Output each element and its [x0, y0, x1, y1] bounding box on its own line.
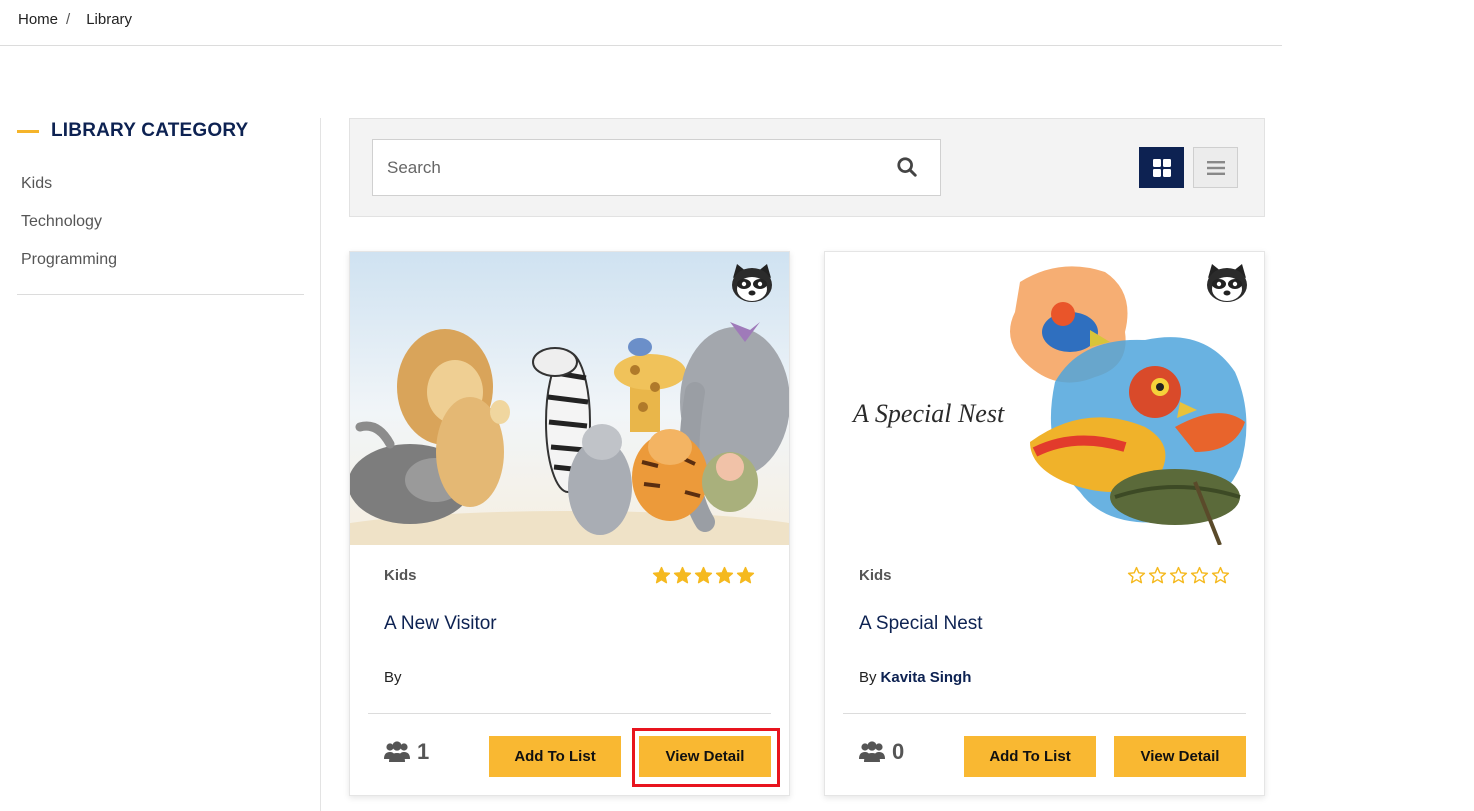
book-category[interactable]: Kids — [384, 567, 417, 584]
book-card: Kids A New Visitor By 1 Add To List View… — [349, 251, 790, 796]
library-toolbar — [349, 118, 1265, 217]
book-card: A Special Nest Kids A Special Nest By Ka… — [824, 251, 1265, 796]
category-header: LIBRARY CATEGORY — [17, 118, 304, 144]
star-filled-icon — [715, 566, 734, 584]
breadcrumb-current: Library — [86, 11, 133, 28]
star-filled-icon — [673, 566, 692, 584]
title-accent-dash — [17, 129, 39, 133]
star-rating — [652, 566, 755, 585]
category-item-kids[interactable]: Kids — [21, 174, 304, 212]
users-icon — [859, 741, 885, 762]
by-label: By — [859, 669, 877, 686]
list-view-button[interactable] — [1193, 147, 1238, 188]
sidebar-border — [320, 118, 321, 811]
grid-icon — [1152, 158, 1171, 177]
readers-count: 0 — [859, 739, 904, 765]
search-box — [372, 139, 941, 196]
book-category[interactable]: Kids — [859, 567, 892, 584]
search-input[interactable] — [373, 140, 873, 195]
view-detail-button[interactable]: View Detail — [639, 736, 771, 777]
card-divider — [843, 713, 1246, 714]
star-filled-icon — [652, 566, 671, 584]
breadcrumb: Home / Library — [18, 11, 132, 28]
star-rating — [1127, 566, 1230, 585]
category-item-technology[interactable]: Technology — [21, 212, 304, 250]
star-outline-icon — [1148, 566, 1167, 584]
book-cover-image[interactable] — [350, 252, 789, 545]
readers-count-value: 1 — [417, 739, 430, 764]
book-author-line: By Kavita Singh — [859, 669, 971, 686]
author-name[interactable]: Kavita Singh — [881, 669, 972, 686]
grid-view-button[interactable] — [1139, 147, 1184, 188]
star-outline-icon — [1190, 566, 1209, 584]
book-title[interactable]: A Special Nest — [859, 613, 983, 635]
breadcrumb-home-link[interactable]: Home — [18, 11, 58, 28]
sidebar-divider — [17, 294, 304, 295]
add-to-list-button[interactable]: Add To List — [489, 736, 621, 777]
cover-title-text: A Special Nest — [851, 399, 1005, 428]
star-outline-icon — [1169, 566, 1188, 584]
users-icon — [384, 741, 410, 762]
category-title: LIBRARY CATEGORY — [51, 120, 249, 141]
category-list: Kids Technology Programming — [17, 174, 304, 288]
book-cover-image[interactable]: A Special Nest — [825, 252, 1264, 545]
breadcrumb-separator: / — [66, 11, 71, 28]
book-title[interactable]: A New Visitor — [384, 613, 497, 635]
raccoon-badge-icon — [1204, 262, 1250, 304]
star-filled-icon — [694, 566, 713, 584]
search-icon[interactable] — [896, 156, 918, 178]
by-label: By — [384, 669, 402, 686]
book-author-line: By — [384, 669, 406, 686]
readers-count: 1 — [384, 739, 429, 765]
list-icon — [1206, 160, 1225, 175]
library-sidebar: LIBRARY CATEGORY Kids Technology Program… — [17, 118, 304, 295]
star-filled-icon — [736, 566, 755, 584]
raccoon-badge-icon — [729, 262, 775, 304]
breadcrumb-bar: Home / Library — [0, 0, 1282, 46]
readers-count-value: 0 — [892, 739, 905, 764]
category-item-programming[interactable]: Programming — [21, 250, 304, 288]
view-detail-button[interactable]: View Detail — [1114, 736, 1246, 777]
star-outline-icon — [1127, 566, 1146, 584]
add-to-list-button[interactable]: Add To List — [964, 736, 1096, 777]
card-divider — [368, 713, 771, 714]
star-outline-icon — [1211, 566, 1230, 584]
